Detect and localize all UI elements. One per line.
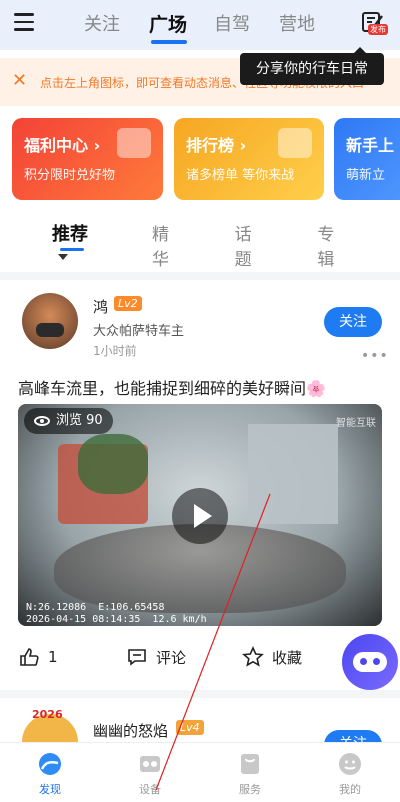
discover-icon [39, 753, 61, 775]
follow-button[interactable]: 关注 [324, 307, 382, 337]
top-tabs: 关注 广场 自驾 营地 [84, 10, 344, 44]
post-username[interactable]: 幽幽的怒焰 [93, 720, 168, 741]
more-icon[interactable]: ••• [361, 348, 389, 364]
comment-button[interactable]: 评论 [126, 646, 186, 668]
card-title: 新手上 [346, 136, 395, 155]
gps-readout: N:26.12086 E:106.65458 [26, 602, 165, 613]
thumbs-up-icon [20, 648, 39, 666]
bottom-nav: 发现 设备 服务 我的 [0, 742, 400, 802]
card-leaderboard[interactable]: 排行榜 › 诸多榜单 等你来战 [174, 118, 324, 200]
tab-follow[interactable]: 关注 [84, 10, 149, 37]
subtab-albums[interactable]: 专辑 [317, 220, 350, 270]
post-text[interactable]: 高峰车流里，也能捕捉到细碎的美好瞬间🌸 [18, 375, 326, 399]
profile-icon [339, 753, 361, 775]
video-scene [78, 434, 148, 494]
video-watermark: 智能互联 [336, 418, 376, 429]
card-welfare-center[interactable]: 福利中心 › 积分限时兑好物 [12, 118, 163, 200]
card-newbie[interactable]: 新手上 萌新立 [334, 118, 400, 200]
tab-camp[interactable]: 营地 [279, 10, 344, 37]
card-subtitle: 萌新立 [346, 168, 386, 183]
assistant-button[interactable] [342, 634, 398, 690]
video-player[interactable]: 浏览 90 智能互联 N:26.12086 E:106.65458 2026-0… [18, 404, 382, 626]
caret-down-icon [58, 254, 68, 260]
avatar[interactable] [22, 293, 78, 349]
level-badge: Lv2 [114, 296, 142, 311]
timestamp-readout: 2026-04-15 08:14:35 12.6 km/h [26, 614, 207, 625]
robot-icon [353, 652, 387, 672]
like-button[interactable]: 1 [18, 646, 58, 668]
eye-icon [34, 415, 50, 426]
car-owner-label: 大众帕萨特车主 [93, 324, 185, 339]
avatar-year-text: 2026 [32, 708, 63, 721]
publish-badge: 发布 [368, 24, 388, 35]
nav-discover[interactable]: 发现 [10, 751, 90, 797]
subtab-label: 推荐 [52, 224, 88, 245]
subtab-featured[interactable]: 精华 [152, 220, 185, 270]
nav-service[interactable]: 服务 [210, 751, 290, 797]
like-count: 1 [48, 648, 58, 666]
video-scene [248, 424, 338, 524]
post-actions: 1 评论 收藏 [18, 646, 328, 670]
nav-label: 设备 [139, 783, 161, 796]
card-subtitle: 积分限时兑好物 [24, 168, 116, 183]
trophy-icon [278, 128, 312, 158]
content-tabs: 推荐 精华 话题 专辑 [52, 220, 400, 270]
menu-icon[interactable] [14, 13, 34, 31]
favorite-label: 收藏 [272, 648, 303, 667]
nav-label: 服务 [239, 783, 261, 796]
nav-label: 发现 [39, 783, 61, 796]
nav-me[interactable]: 我的 [310, 751, 390, 797]
view-count-label: 浏览 90 [56, 413, 103, 428]
service-icon [241, 754, 259, 774]
share-tooltip: 分享你的行车日常 [240, 47, 384, 85]
star-icon [242, 646, 264, 667]
comment-icon [128, 649, 146, 666]
close-icon[interactable]: ✕ [12, 70, 27, 91]
view-count: 浏览 90 [24, 408, 113, 434]
section-divider [0, 690, 400, 698]
promo-cards: 福利中心 › 积分限时兑好物 排行榜 › 诸多榜单 等你来战 新手上 萌新立 [12, 118, 400, 202]
play-button[interactable] [172, 488, 228, 544]
subtab-topics[interactable]: 话题 [235, 220, 268, 270]
nav-label: 我的 [339, 783, 361, 796]
post-username[interactable]: 鸿 [93, 296, 108, 317]
post-time: 1小时前 [93, 344, 137, 358]
comment-label: 评论 [156, 648, 187, 667]
favorite-button[interactable]: 收藏 [242, 646, 302, 668]
tab-square[interactable]: 广场 [149, 10, 214, 44]
section-divider [0, 272, 400, 280]
level-badge: Lv4 [176, 720, 204, 735]
subtab-recommend[interactable]: 推荐 [52, 220, 102, 270]
tab-self-drive[interactable]: 自驾 [214, 10, 279, 37]
nav-device[interactable]: 设备 [110, 751, 190, 797]
device-icon [140, 756, 160, 772]
gift-icon [117, 128, 151, 158]
top-bar: 关注 广场 自驾 营地 发布 [0, 0, 400, 50]
card-subtitle: 诸多榜单 等你来战 [186, 168, 295, 183]
